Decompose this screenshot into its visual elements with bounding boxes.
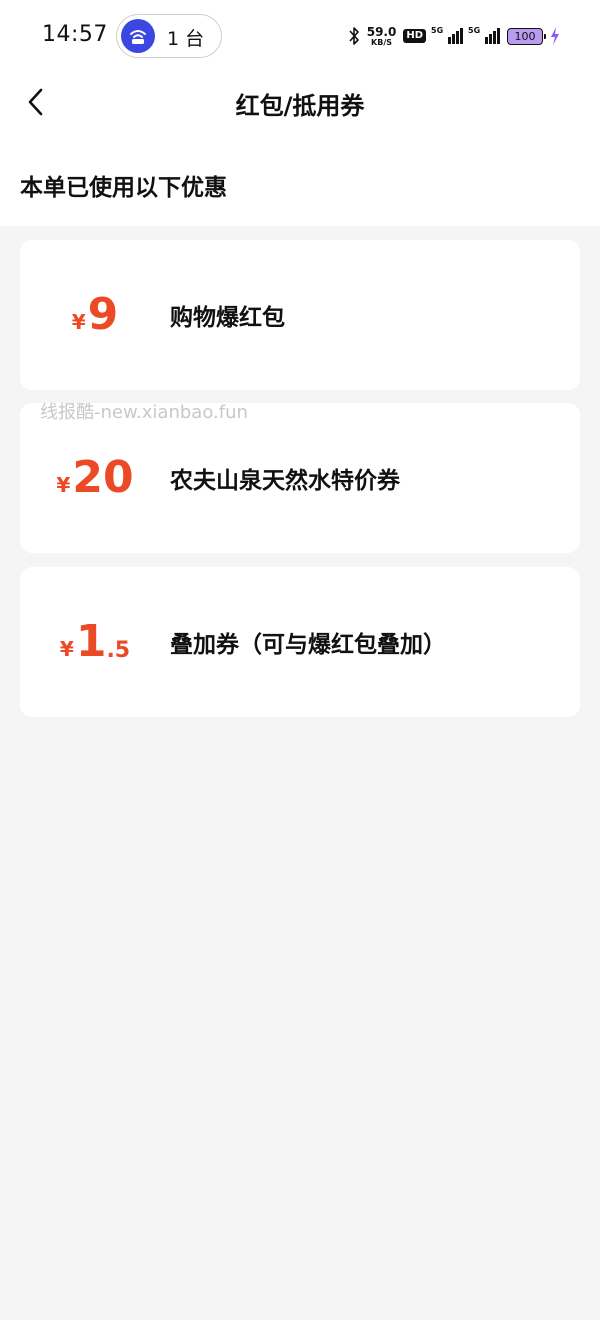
signal-strength-icon-1: 5G <box>431 26 463 44</box>
watermark-text: 线报酷-new.xianbao.fun <box>40 402 248 423</box>
status-bar: 14:57 1 台 59.0 KB/S HD 5G 5G 100 <box>0 0 600 72</box>
coupon-amount: ¥ 20 <box>20 403 170 553</box>
section-label: 本单已使用以下优惠 <box>20 175 227 201</box>
amount-integer: 9 <box>87 289 119 340</box>
coupon-card[interactable]: ¥ 9 购物爆红包 <box>20 240 580 390</box>
coupon-name: 农夫山泉天然水特价券 <box>170 468 400 494</box>
currency-symbol: ¥ <box>71 310 86 334</box>
amount-integer: 1 <box>75 616 107 667</box>
bluetooth-icon <box>349 27 359 45</box>
signal-label-1: 5G <box>431 26 444 35</box>
nav-header: 红包/抵用券 <box>0 72 600 132</box>
signal-strength-icon-2: 5G <box>468 26 500 44</box>
currency-symbol: ¥ <box>59 637 74 661</box>
network-speed-value: 59.0 <box>366 24 397 39</box>
coupon-name: 购物爆红包 <box>170 305 285 331</box>
currency-symbol: ¥ <box>56 473 71 497</box>
status-icons: 59.0 KB/S HD 5G 5G 100 <box>348 22 560 50</box>
signal-label-2: 5G <box>468 26 481 35</box>
coupon-name: 叠加券（可与爆红包叠加） <box>170 632 446 658</box>
coupon-amount: ¥ 1 .5 <box>20 567 170 717</box>
page-title: 红包/抵用券 <box>235 92 365 120</box>
charging-icon <box>551 27 559 45</box>
coupon-amount: ¥ 9 <box>20 240 170 390</box>
amount-integer: 20 <box>72 452 134 503</box>
status-time: 14:57 <box>42 22 108 47</box>
hotspot-icon <box>121 19 155 53</box>
battery-level: 100 <box>514 29 536 43</box>
top-section: 14:57 1 台 59.0 KB/S HD 5G 5G 100 红包/抵用券 … <box>0 0 600 226</box>
coupon-card[interactable]: ¥ 1 .5 叠加券（可与爆红包叠加） <box>20 567 580 717</box>
hd-voice-icon: HD <box>403 29 426 43</box>
coupon-card[interactable]: ¥ 20 农夫山泉天然水特价券 <box>20 403 580 553</box>
hotspot-indicator[interactable]: 1 台 <box>116 14 222 58</box>
network-speed: 59.0 KB/S <box>367 26 397 47</box>
network-speed-unit: KB/S <box>371 37 393 47</box>
amount-decimal: .5 <box>106 637 131 663</box>
hotspot-device-count: 1 台 <box>167 28 205 50</box>
battery-icon: 100 <box>507 27 546 45</box>
